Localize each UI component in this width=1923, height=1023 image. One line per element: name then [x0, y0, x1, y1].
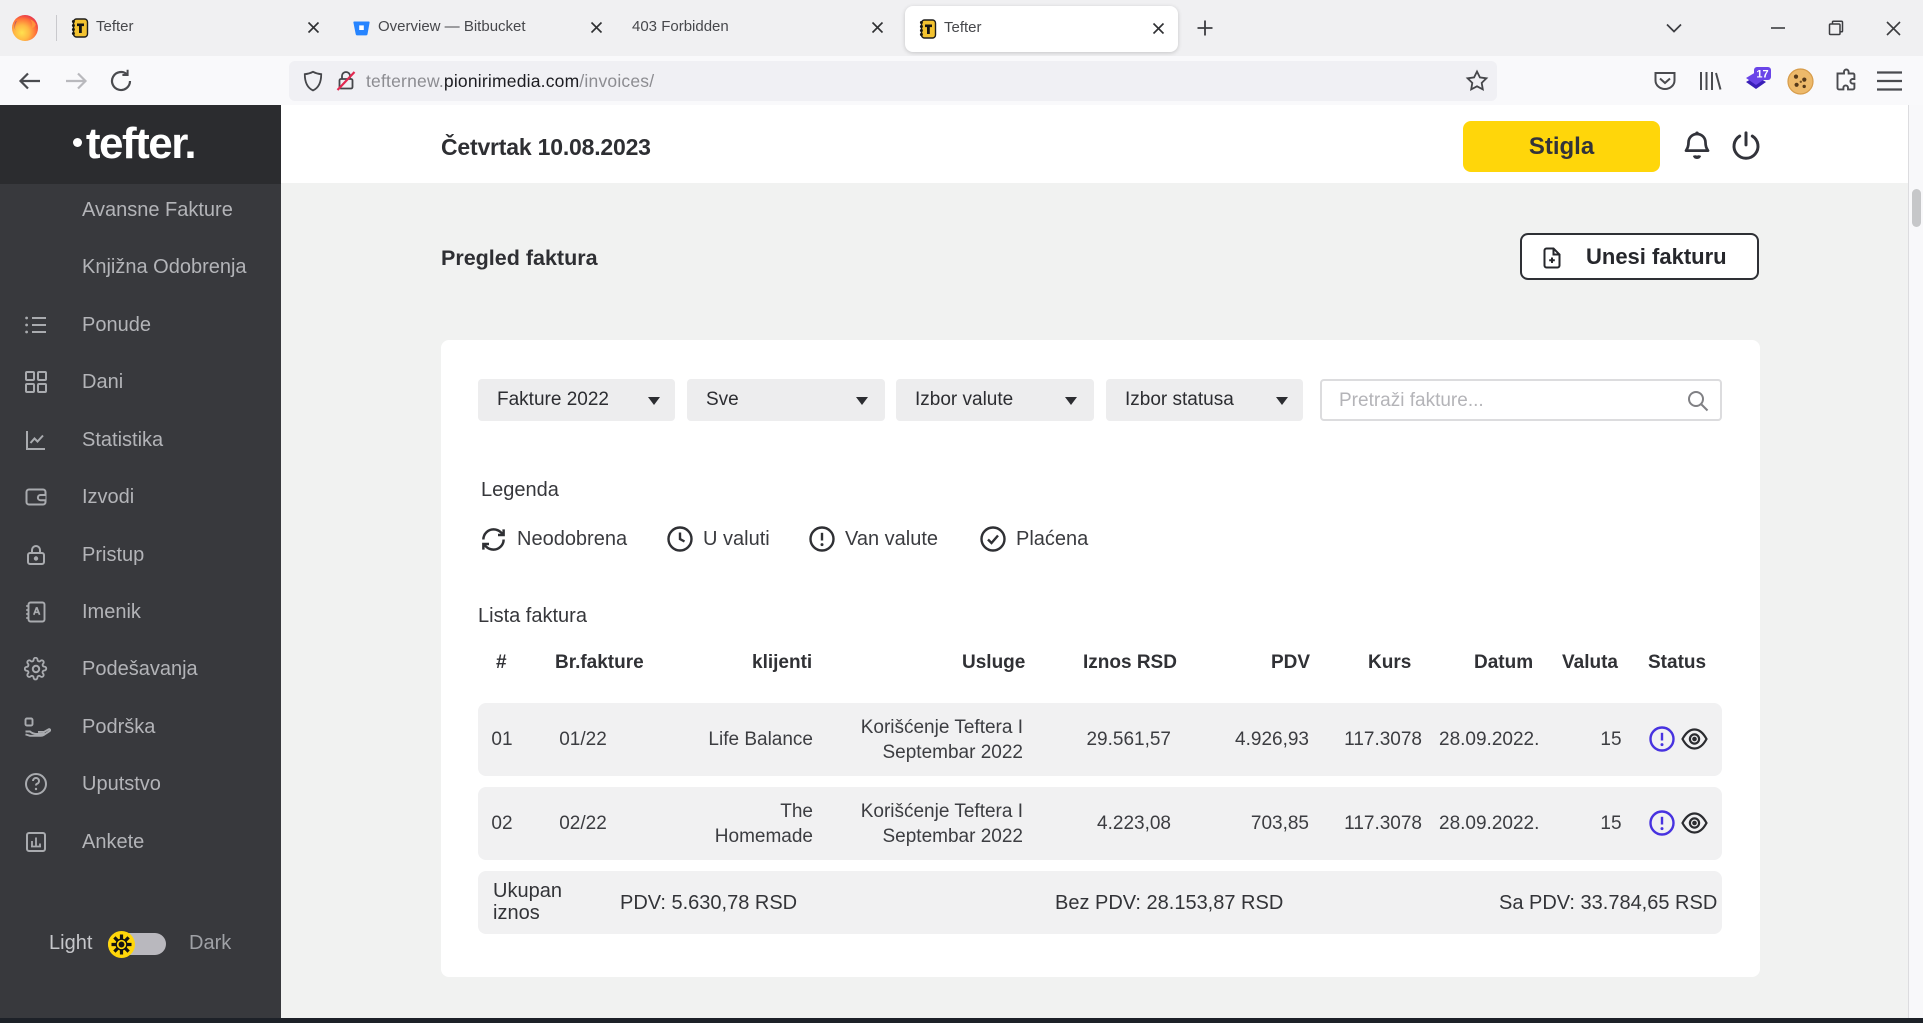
svg-text:17: 17 — [1756, 69, 1768, 81]
